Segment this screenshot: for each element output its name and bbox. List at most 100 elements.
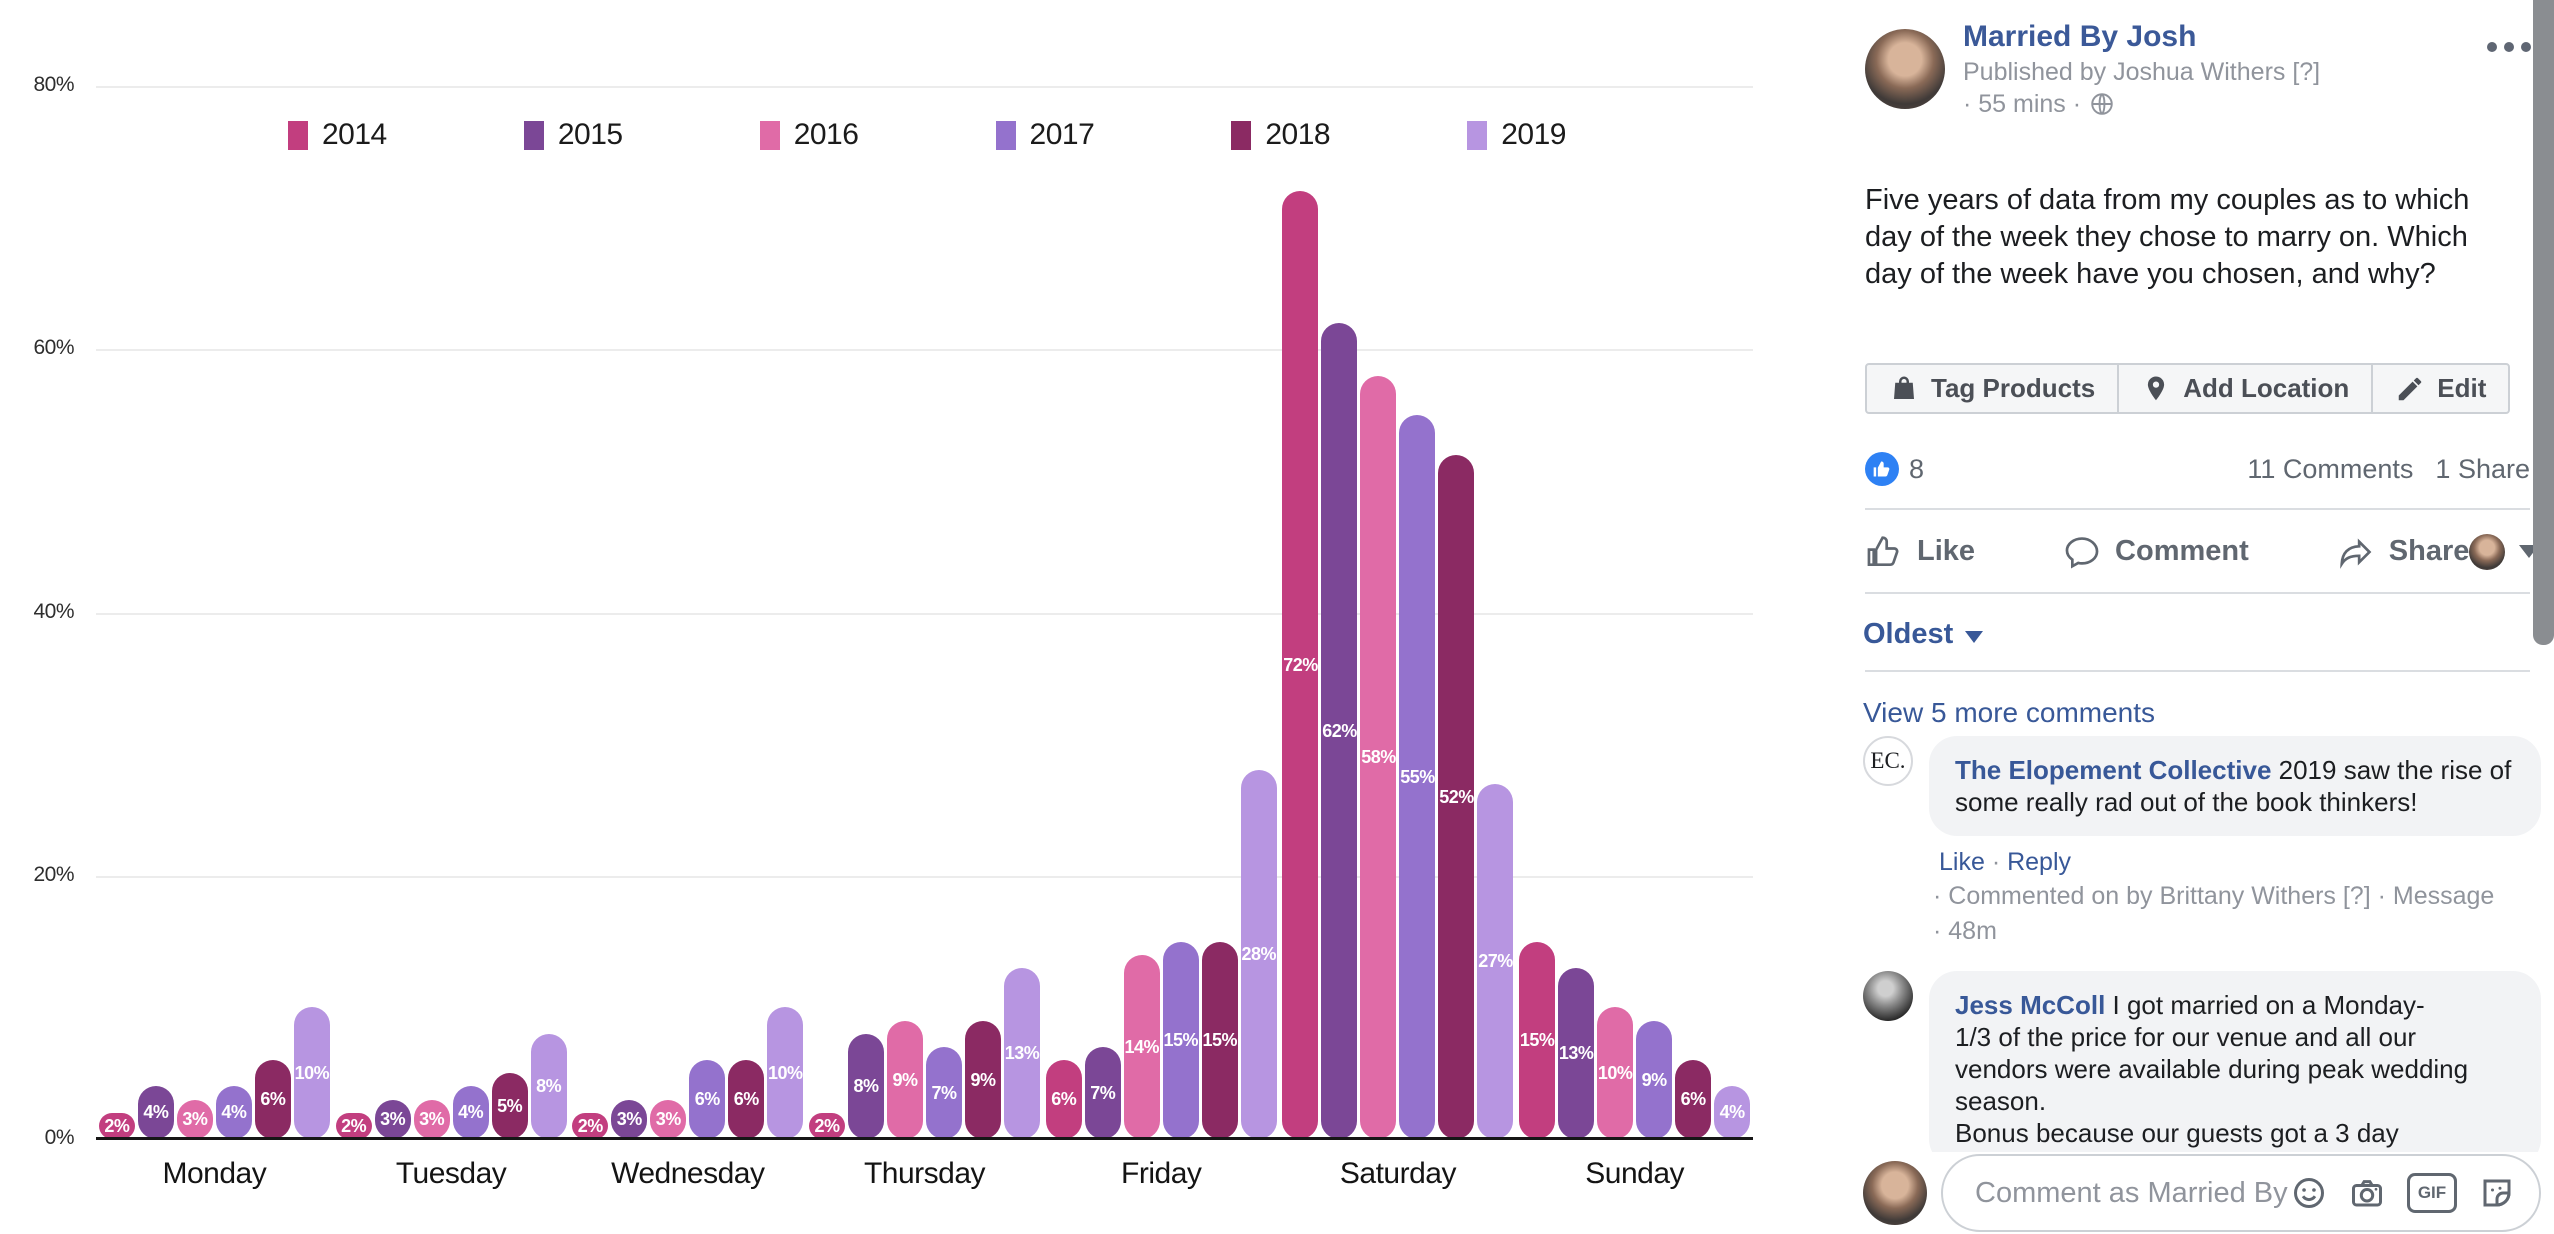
bar-2018-monday: 6% — [255, 1060, 291, 1139]
comment-input-pill[interactable]: GIF — [1941, 1154, 2541, 1232]
post-menu-button[interactable] — [2487, 42, 2531, 52]
x-axis-line — [96, 1137, 1753, 1140]
sort-label: Oldest — [1863, 618, 1953, 651]
page-name-link[interactable]: Married By Josh — [1963, 18, 2320, 56]
bar-value-label: 9% — [1636, 1021, 1672, 1139]
bar-value-label: 6% — [255, 1060, 291, 1139]
bar-2015-thursday: 8% — [848, 1034, 884, 1139]
bar-2014-tuesday: 2% — [336, 1113, 372, 1139]
comment-input[interactable] — [1973, 1176, 2291, 1211]
comment-bubble: The Elopement Collective 2019 saw the ri… — [1929, 736, 2541, 836]
bar-value-label: 6% — [1675, 1060, 1711, 1139]
x-axis-label-thursday: Thursday — [806, 1157, 1043, 1191]
bar-2016-saturday: 58% — [1360, 376, 1396, 1139]
post-text: Five years of data from my couples as to… — [1865, 182, 2517, 293]
view-more-comments-link[interactable]: View 5 more comments — [1863, 697, 2155, 729]
like-count[interactable]: 8 — [1909, 454, 1924, 485]
bar-2015-friday: 7% — [1085, 1047, 1121, 1139]
bar-value-label: 5% — [492, 1073, 528, 1139]
bar-value-label: 3% — [414, 1100, 450, 1139]
bar-2014-thursday: 2% — [809, 1113, 845, 1139]
bar-2016-sunday: 10% — [1597, 1007, 1633, 1139]
shares-count[interactable]: 1 Share — [2435, 454, 2530, 485]
bar-value-label: 14% — [1124, 955, 1160, 1139]
comment-sort-selector[interactable]: Oldest — [1863, 618, 1983, 651]
bar-2014-monday: 2% — [99, 1113, 135, 1139]
comment-avatar[interactable] — [1863, 971, 1913, 1021]
commenter-avatar[interactable] — [2469, 534, 2505, 570]
comment-reply-link[interactable]: Reply — [2007, 848, 2071, 876]
bar-2019-saturday: 27% — [1477, 784, 1513, 1139]
camera-icon[interactable] — [2349, 1175, 2385, 1211]
bar-value-label: 3% — [611, 1100, 647, 1139]
like-reaction-badge[interactable] — [1865, 452, 1899, 486]
bar-2018-tuesday: 5% — [492, 1073, 528, 1139]
bar-value-label: 4% — [138, 1086, 174, 1139]
comment-author-link[interactable]: Jess McColl — [1955, 990, 2113, 1020]
bar-value-label: 6% — [689, 1060, 725, 1139]
bar-group-tuesday: 2%3%3%4%5%8% — [333, 86, 570, 1139]
sticker-icon[interactable] — [2479, 1175, 2515, 1211]
bar-2015-monday: 4% — [138, 1086, 174, 1139]
gif-icon[interactable]: GIF — [2407, 1173, 2457, 1213]
divider — [1865, 670, 2530, 672]
like-button[interactable]: Like — [1865, 533, 1975, 571]
comment-meta: · Commented on by Brittany Withers [?] ·… — [1933, 881, 2543, 912]
dot — [2521, 42, 2531, 52]
bar-2015-saturday: 62% — [1321, 323, 1357, 1139]
bar-value-label: 28% — [1241, 770, 1277, 1139]
bar-value-label: 3% — [375, 1100, 411, 1139]
bar-group-sunday: 15%13%10%9%6%4% — [1516, 86, 1753, 1139]
comment-meta: · 48m — [1933, 916, 2543, 947]
comment-item: Jess McColl I got married on a Monday- 1… — [1863, 971, 2543, 1167]
y-tick-label: 80% — [0, 73, 74, 97]
y-axis-labels: 80%60%40%20%0% — [0, 0, 74, 1234]
bar-value-label: 6% — [728, 1060, 764, 1139]
bar-2019-friday: 28% — [1241, 770, 1277, 1139]
bar-2017-sunday: 9% — [1636, 1021, 1672, 1139]
bar-value-label: 4% — [216, 1086, 252, 1139]
tag-products-button[interactable]: Tag Products — [1865, 363, 2119, 414]
bar-value-label: 2% — [809, 1113, 845, 1139]
edit-button[interactable]: Edit — [2371, 363, 2510, 414]
bar-group-thursday: 2%8%9%7%9%13% — [806, 86, 1043, 1139]
add-location-button[interactable]: Add Location — [2117, 363, 2373, 414]
bar-value-label: 52% — [1438, 455, 1474, 1139]
screen: 201420152016201720182019 80%60%40%20%0% … — [0, 0, 2554, 1234]
bar-chart: 201420152016201720182019 80%60%40%20%0% … — [0, 0, 1837, 1234]
bars-row: 2%4%3%4%6%10%2%3%3%4%5%8%2%3%3%6%6%10%2%… — [96, 86, 1753, 1139]
bar-value-label: 15% — [1519, 942, 1555, 1139]
location-pin-icon — [2141, 374, 2171, 404]
comment-like-link[interactable]: Like — [1939, 848, 1985, 876]
bar-2015-tuesday: 3% — [375, 1100, 411, 1139]
bar-value-label: 15% — [1163, 942, 1199, 1139]
action-bar: Like Comment Share — [1865, 511, 2530, 592]
comment-avatar[interactable]: EC. — [1863, 736, 1913, 786]
bar-2017-monday: 4% — [216, 1086, 252, 1139]
share-button[interactable]: Share — [2337, 533, 2470, 571]
comment-author-link[interactable]: The Elopement Collective — [1955, 755, 2279, 785]
comments-count[interactable]: 11 Comments — [2247, 454, 2413, 485]
x-axis-label-friday: Friday — [1043, 1157, 1280, 1191]
bar-value-label: 7% — [926, 1047, 962, 1139]
scrollbar-thumb[interactable] — [2533, 0, 2554, 645]
post-timestamp: · 55 mins · — [1963, 88, 2320, 120]
shopping-bag-icon — [1889, 374, 1919, 404]
bar-2017-saturday: 55% — [1399, 415, 1435, 1139]
thumb-up-outline-icon — [1865, 533, 1903, 571]
bar-value-label: 3% — [650, 1100, 686, 1139]
bar-value-label: 55% — [1399, 415, 1435, 1139]
bar-2014-friday: 6% — [1046, 1060, 1082, 1139]
divider — [1865, 508, 2530, 510]
bar-2015-wednesday: 3% — [611, 1100, 647, 1139]
page-avatar[interactable] — [1865, 29, 1945, 109]
engagement-counts: 8 11 Comments 1 Share — [1865, 452, 2530, 486]
bar-value-label: 8% — [531, 1034, 567, 1139]
comment-button[interactable]: Comment — [2063, 533, 2249, 571]
bar-2016-monday: 3% — [177, 1100, 213, 1139]
bar-value-label: 8% — [848, 1034, 884, 1139]
share-arrow-icon — [2337, 533, 2375, 571]
bar-value-label: 2% — [99, 1113, 135, 1139]
emoji-icon[interactable] — [2291, 1175, 2327, 1211]
bar-value-label: 10% — [1597, 1007, 1633, 1139]
